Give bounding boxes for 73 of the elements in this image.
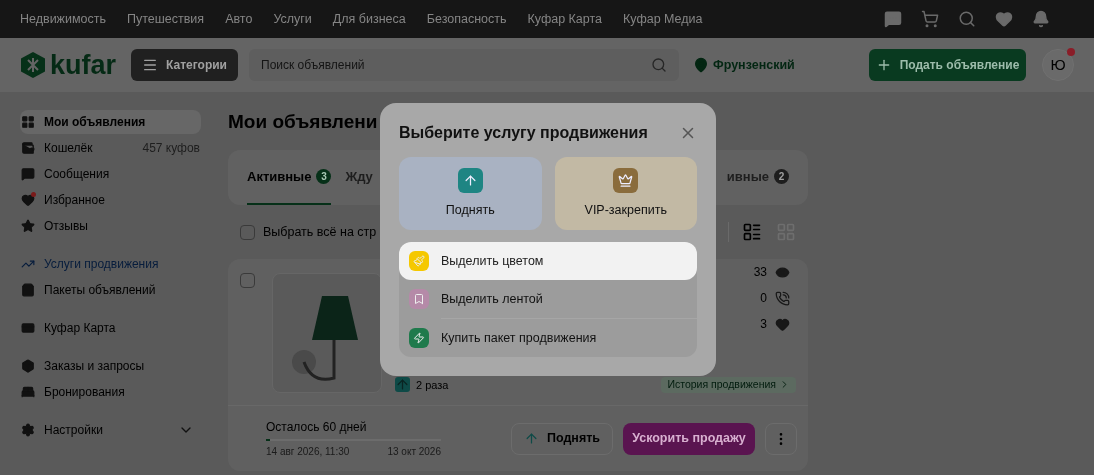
sidebar-item[interactable]: Пакеты объявлений xyxy=(20,278,201,302)
pin-icon xyxy=(693,57,710,73)
heart-icon xyxy=(21,193,35,207)
star-icon xyxy=(21,219,35,233)
raise-button[interactable]: Поднять xyxy=(511,422,613,455)
chat-icon xyxy=(21,167,35,181)
categories-button[interactable]: Категории xyxy=(131,49,239,81)
raise-count: 2 раза xyxy=(416,377,449,393)
page-title: Мои объявлени xyxy=(228,110,378,134)
phone-icon xyxy=(775,290,790,306)
nav-link[interactable]: Путешествия xyxy=(127,9,205,29)
sidebar-item[interactable]: Бронирования xyxy=(20,380,201,404)
raise-icon xyxy=(395,377,410,393)
nav-link[interactable]: Куфар Медиа xyxy=(623,9,703,29)
service-option[interactable]: Выделить лентой xyxy=(399,280,697,318)
service-option[interactable]: Выделить цветом xyxy=(399,242,697,280)
stat-count: 33 xyxy=(753,264,767,281)
chat-icon[interactable] xyxy=(884,10,902,28)
nav-link[interactable]: Безопасность xyxy=(426,9,507,29)
hexagon-logo-icon xyxy=(20,51,46,79)
select-all-label[interactable]: Выбрать всё на стр xyxy=(263,222,377,242)
tab-count: 3 xyxy=(316,169,332,184)
sidebar-item[interactable]: Куфар Карта xyxy=(20,316,201,340)
crown-icon xyxy=(613,167,639,193)
search-icon[interactable] xyxy=(651,57,668,73)
tab-count: 2 xyxy=(774,169,789,184)
brush-icon xyxy=(409,251,429,271)
sidebar-item[interactable]: Избранное xyxy=(20,188,201,212)
grid-icon xyxy=(21,115,35,129)
avatar[interactable]: Ю xyxy=(1042,49,1074,81)
tab[interactable]: Жду xyxy=(345,150,373,205)
sidebar-item[interactable]: Заказы и запросы xyxy=(20,354,201,378)
tab[interactable]: ивные 2 xyxy=(726,150,789,205)
start-date: 14 авг 2026, 11:30 xyxy=(266,445,350,459)
balance-count: 457 куфов xyxy=(142,140,200,157)
heart-icon[interactable] xyxy=(995,10,1013,28)
sidebar-item[interactable]: Кошелёк 457 куфов xyxy=(20,136,201,160)
magnifier-icon[interactable] xyxy=(958,10,976,28)
list-view-icon[interactable] xyxy=(742,222,762,242)
location-link[interactable]: Фрунзенский xyxy=(693,55,795,75)
lightning-icon xyxy=(409,328,429,348)
nav-link[interactable]: Недвижимость xyxy=(20,9,106,29)
nav-link[interactable]: Услуги xyxy=(273,9,312,29)
dialog-title: Выберите услугу продвижения xyxy=(399,123,648,143)
sidebar-item[interactable]: Отзывы xyxy=(20,214,201,238)
remaining-days: Осталось 60 дней xyxy=(266,418,441,436)
tab[interactable]: Активные 3 xyxy=(247,150,332,205)
sidebar-item[interactable]: Настройки xyxy=(20,418,201,442)
checkbox[interactable] xyxy=(240,224,255,240)
checkbox[interactable] xyxy=(240,273,255,288)
bell-icon[interactable] xyxy=(1032,10,1050,28)
menu-icon xyxy=(142,57,159,73)
nav-link[interactable]: Куфар Карта xyxy=(527,9,602,29)
cart-icon[interactable] xyxy=(921,10,939,28)
arrow-up-icon xyxy=(457,167,483,193)
stat-count: 0 xyxy=(760,290,767,307)
search-field[interactable]: Поиск объявлений xyxy=(249,49,680,81)
end-date: 13 окт 2026 xyxy=(387,445,441,459)
post-ad-button[interactable]: Подать объявление xyxy=(869,49,1026,81)
sidebar-item[interactable]: Мои объявления xyxy=(20,110,201,134)
boost-sale-button[interactable]: Ускорить продажу xyxy=(623,422,755,455)
service-tile[interactable]: VIP-закрепить xyxy=(554,157,697,230)
heart-icon xyxy=(775,316,790,332)
sidebar-item[interactable]: Услуги продвижения xyxy=(20,252,201,276)
nav-link[interactable]: Для бизнеса xyxy=(332,9,406,29)
stat-count: 3 xyxy=(760,316,767,333)
service-option[interactable]: Купить пакет продвижения xyxy=(399,319,655,357)
kufar-logo[interactable]: kufar xyxy=(20,51,117,79)
bookmark-icon xyxy=(409,289,429,309)
nav-link[interactable]: Авто xyxy=(225,9,253,29)
history-link[interactable]: История продвижения xyxy=(661,376,796,393)
service-tile[interactable]: Поднять xyxy=(399,157,542,230)
sidebar-item[interactable]: Сообщения xyxy=(20,162,201,186)
